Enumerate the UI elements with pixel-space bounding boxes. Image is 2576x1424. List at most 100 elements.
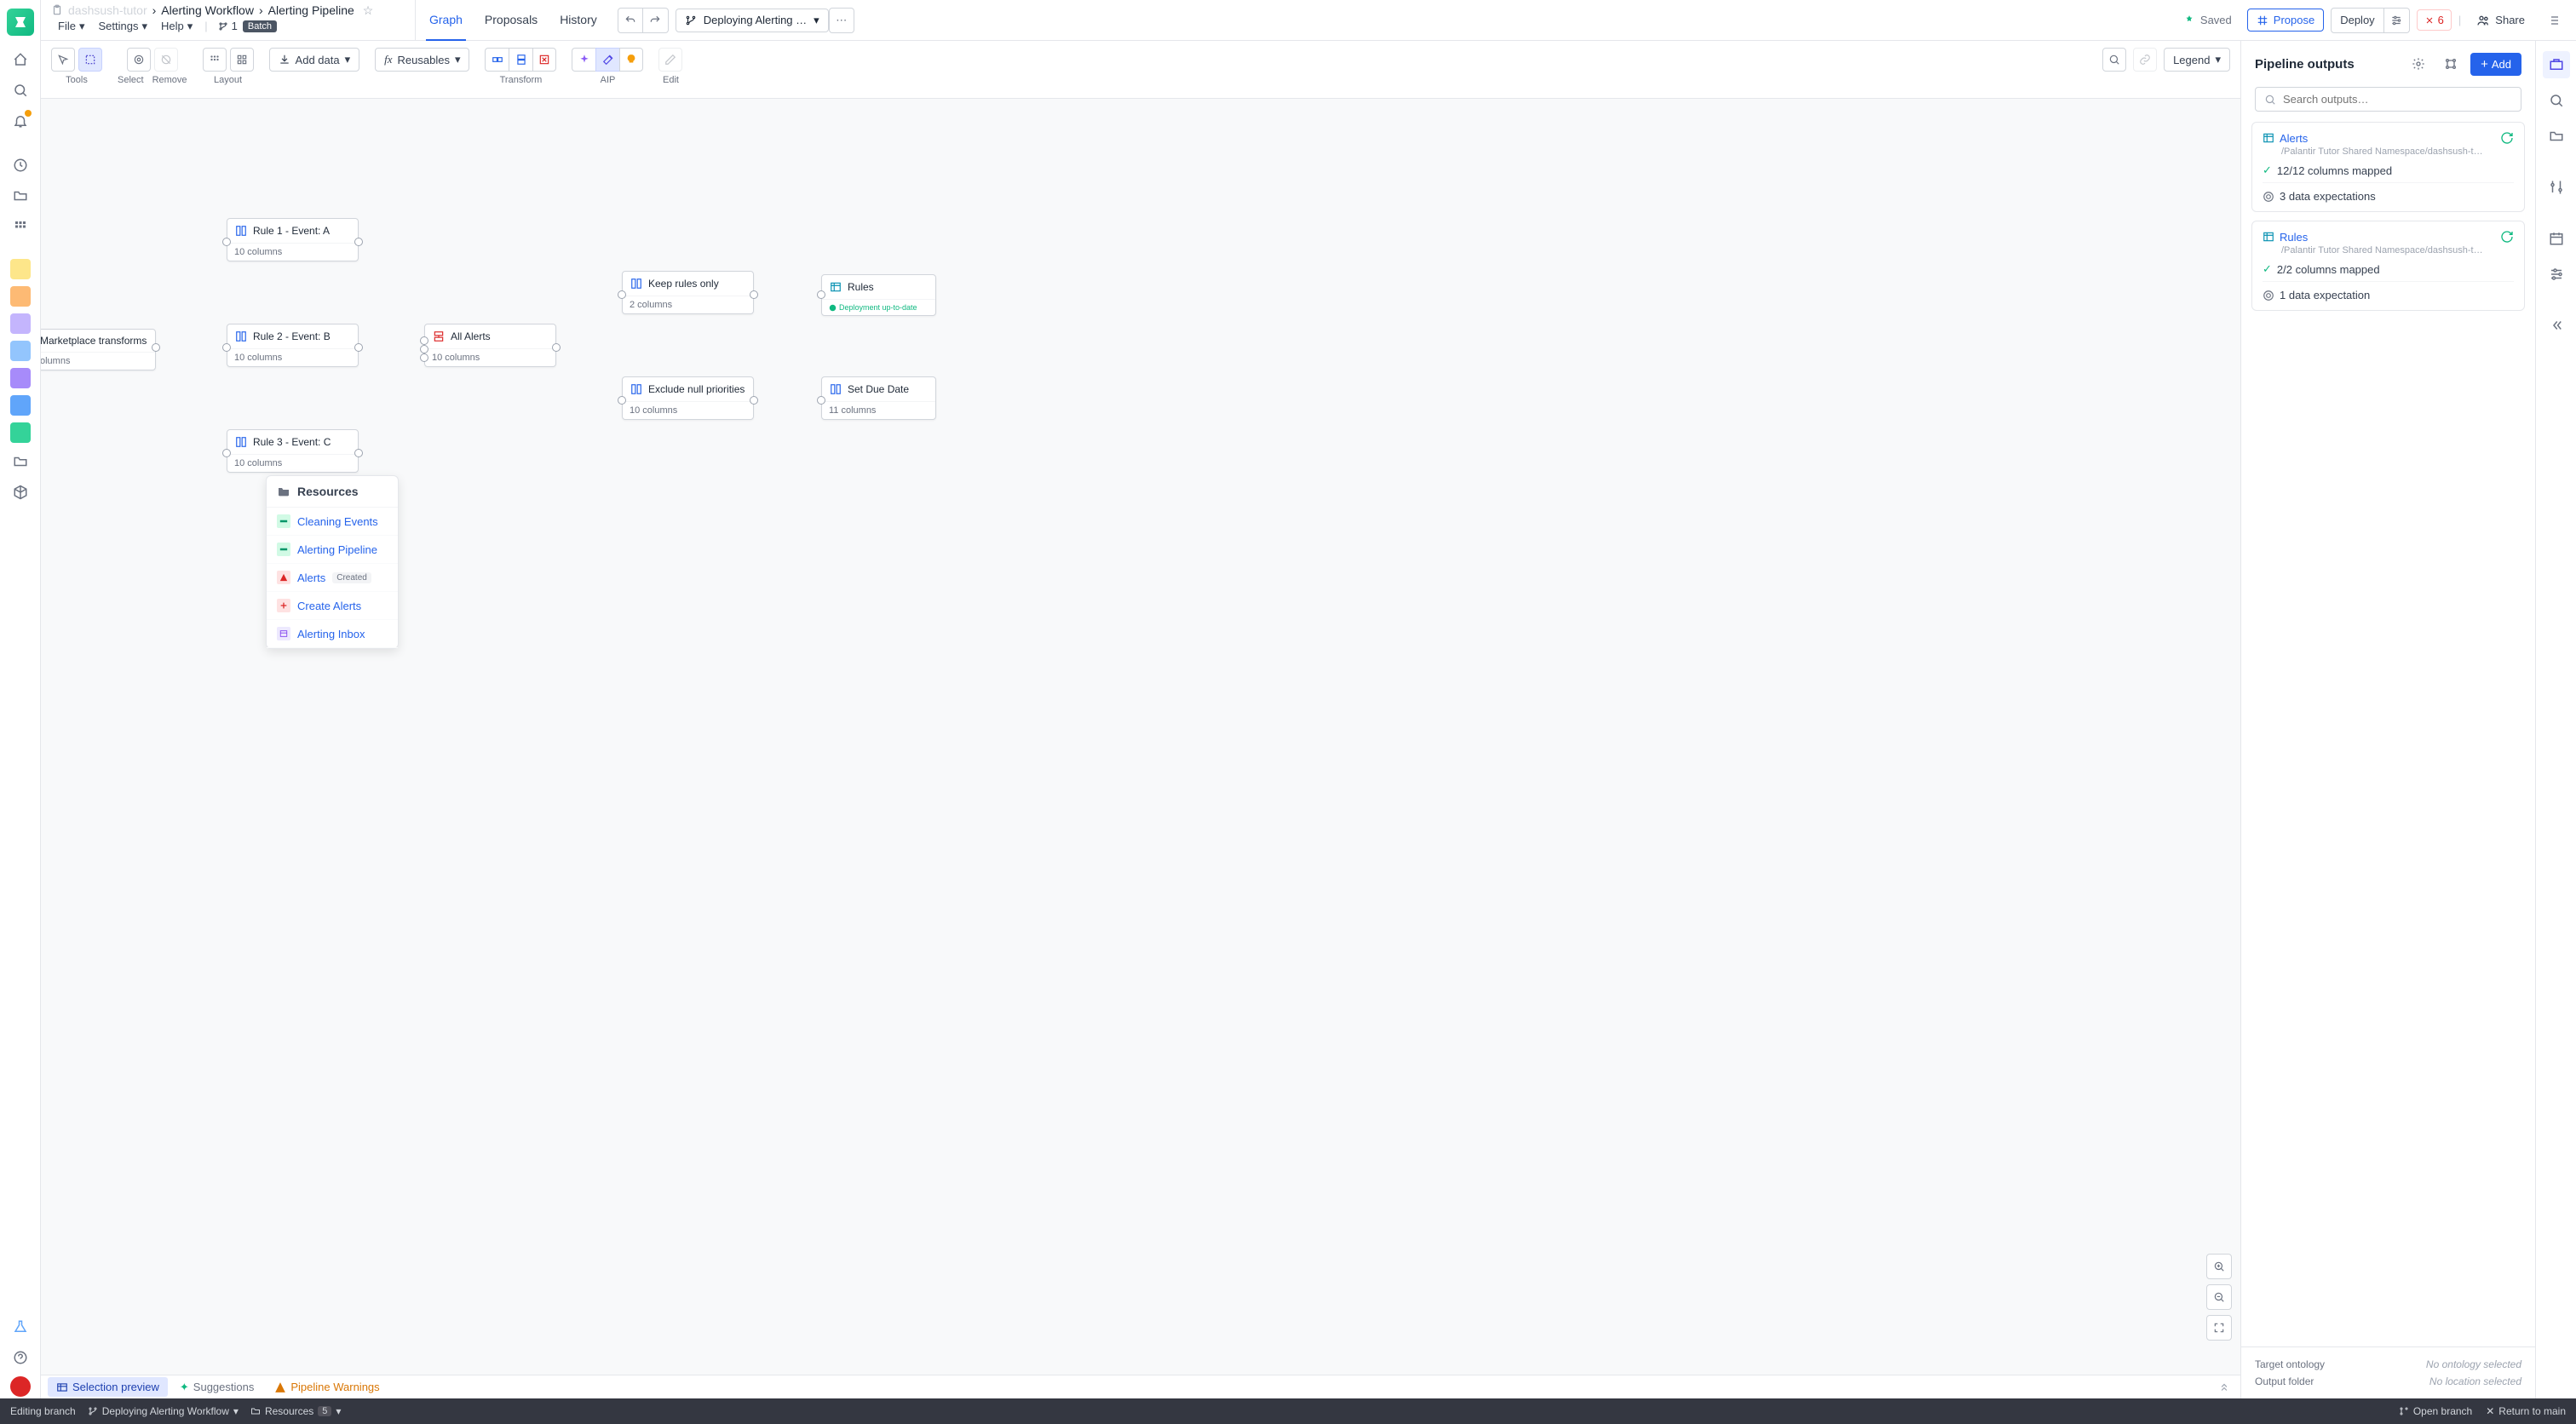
crumb-pipeline[interactable]: Alerting Pipeline (268, 3, 354, 17)
crumb-root[interactable]: dashsush-tutor (68, 3, 147, 17)
redo-button[interactable] (643, 8, 669, 33)
app-tile-1[interactable] (10, 259, 31, 279)
deploy-settings-button[interactable] (2384, 8, 2410, 33)
port-in[interactable] (420, 353, 428, 362)
aip-bulb[interactable] (619, 48, 643, 72)
aip-sparkle[interactable] (572, 48, 595, 72)
graph-icon[interactable] (2438, 51, 2464, 77)
folder-panel-icon[interactable] (2543, 123, 2570, 150)
tab-proposals[interactable]: Proposals (481, 0, 541, 41)
port-in[interactable] (618, 396, 626, 405)
search-canvas-button[interactable] (2102, 48, 2126, 72)
tab-graph[interactable]: Graph (426, 0, 466, 41)
port-out[interactable] (152, 343, 160, 352)
port-in[interactable] (222, 449, 231, 457)
sliders-icon[interactable] (2543, 174, 2570, 201)
apps-icon[interactable] (7, 213, 34, 240)
tool-target[interactable] (127, 48, 151, 72)
port-out[interactable] (354, 343, 363, 352)
canvas[interactable]: Marketplace transforms olumns Rule 1 - E… (41, 99, 2240, 1375)
port-out[interactable] (750, 396, 758, 405)
calendar-icon[interactable] (2543, 225, 2570, 252)
adjust-icon[interactable] (2543, 261, 2570, 288)
resource-alerts[interactable]: Alerts Created (267, 564, 398, 592)
node-rule3[interactable]: Rule 3 - Event: C 10 columns (227, 429, 359, 473)
deploy-button[interactable]: Deploy (2331, 8, 2383, 33)
port-in[interactable] (420, 336, 428, 345)
share-button[interactable]: Share (2468, 9, 2533, 32)
app-tile-2[interactable] (10, 286, 31, 307)
gear-icon[interactable] (2406, 51, 2431, 77)
help-icon[interactable] (7, 1344, 34, 1371)
return-to-main-button[interactable]: ✕ Return to main (2486, 1405, 2566, 1417)
port-in[interactable] (420, 345, 428, 353)
port-out[interactable] (750, 290, 758, 299)
port-out[interactable] (354, 449, 363, 457)
app-tile-7[interactable] (10, 422, 31, 443)
legend-button[interactable]: Legend ▾ (2164, 48, 2230, 72)
clock-icon[interactable] (7, 152, 34, 179)
aip-wand[interactable] (595, 48, 619, 72)
node-rule1[interactable]: Rule 1 - Event: A 10 columns (227, 218, 359, 261)
app-logo[interactable] (7, 9, 34, 36)
menu-settings[interactable]: Settings ▾ (91, 18, 154, 35)
tab-pipeline-warnings[interactable]: Pipeline Warnings (266, 1377, 388, 1397)
menu-help[interactable]: Help ▾ (154, 18, 199, 35)
crumb-workflow[interactable]: Alerting Workflow (161, 3, 254, 17)
app-tile-6[interactable] (10, 395, 31, 416)
tab-history[interactable]: History (556, 0, 601, 41)
home-icon[interactable] (7, 46, 34, 73)
list-toggle-icon[interactable] (2540, 8, 2566, 33)
transform-filter[interactable] (532, 48, 556, 72)
star-icon[interactable]: ☆ (363, 3, 374, 18)
port-out[interactable] (354, 238, 363, 246)
propose-button[interactable]: Propose (2247, 9, 2324, 32)
tab-suggestions[interactable]: ✦ Suggestions (171, 1377, 262, 1398)
avatar[interactable] (10, 1376, 31, 1397)
port-in[interactable] (817, 396, 825, 405)
search-icon[interactable] (7, 77, 34, 104)
resource-cleaning-events[interactable]: Cleaning Events (267, 508, 398, 536)
add-data-button[interactable]: Add data ▾ (269, 48, 360, 72)
node-rule2[interactable]: Rule 2 - Event: B 10 columns (227, 324, 359, 367)
output-name[interactable]: Alerts (2280, 132, 2308, 145)
tab-selection-preview[interactable]: Selection preview (48, 1377, 168, 1397)
resource-alerting-pipeline[interactable]: Alerting Pipeline (267, 536, 398, 564)
flask-icon[interactable] (7, 1313, 34, 1341)
app-tile-4[interactable] (10, 341, 31, 361)
status-resources[interactable]: Resources 5 ▾ (250, 1405, 342, 1417)
bell-icon[interactable] (7, 107, 34, 135)
app-tile-5[interactable] (10, 368, 31, 388)
zoom-fit-button[interactable] (2206, 1315, 2232, 1341)
folder-icon[interactable] (7, 182, 34, 210)
deploying-dropdown[interactable]: Deploying Alerting … ▾ (676, 9, 829, 32)
reusables-button[interactable]: fx Reusables ▾ (375, 48, 469, 72)
folder-open-icon[interactable] (7, 448, 34, 475)
collapse-button[interactable] (2215, 1378, 2234, 1397)
resource-alerting-inbox[interactable]: Alerting Inbox (267, 620, 398, 648)
error-pill[interactable]: 6 (2417, 9, 2452, 31)
port-in[interactable] (817, 290, 825, 299)
search-panel-icon[interactable] (2543, 87, 2570, 114)
node-marketplace[interactable]: Marketplace transforms olumns (41, 329, 156, 370)
node-exclude-null[interactable]: Exclude null priorities 10 columns (622, 376, 754, 420)
transform-union[interactable] (509, 48, 532, 72)
tool-marquee[interactable] (78, 48, 102, 72)
output-card-rules[interactable]: Rules /Palantir Tutor Shared Namespace/d… (2251, 221, 2525, 311)
node-all-alerts[interactable]: All Alerts 10 columns (424, 324, 556, 367)
menu-file[interactable]: File ▾ (51, 18, 91, 35)
app-tile-3[interactable] (10, 313, 31, 334)
add-output-button[interactable]: + Add (2470, 53, 2521, 76)
tool-grid[interactable] (230, 48, 254, 72)
node-due-date[interactable]: Set Due Date 11 columns (821, 376, 936, 420)
transform-join[interactable] (485, 48, 509, 72)
cube-icon[interactable] (7, 479, 34, 506)
output-name[interactable]: Rules (2280, 231, 2308, 244)
output-card-alerts[interactable]: Alerts /Palantir Tutor Shared Namespace/… (2251, 122, 2525, 212)
zoom-out-button[interactable] (2206, 1284, 2232, 1310)
resource-create-alerts[interactable]: Create Alerts (267, 592, 398, 620)
undo-button[interactable] (618, 8, 643, 33)
collapse-icon[interactable] (2543, 312, 2570, 339)
tool-cursor[interactable] (51, 48, 75, 72)
zoom-in-button[interactable] (2206, 1254, 2232, 1279)
